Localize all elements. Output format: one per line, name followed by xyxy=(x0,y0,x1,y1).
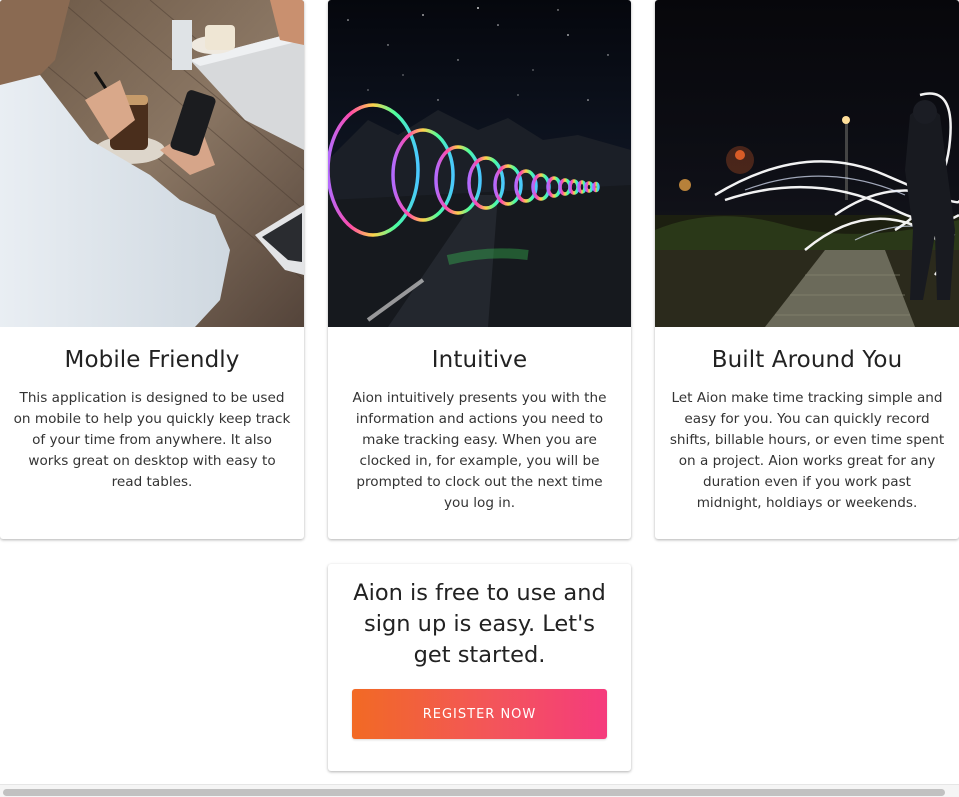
landing-features-page: Mobile Friendly This application is desi… xyxy=(0,0,959,797)
horizontal-scrollbar[interactable] xyxy=(0,784,959,797)
light-painting-spiral-night-road-photo xyxy=(328,0,631,327)
feature-title: Mobile Friendly xyxy=(64,347,240,373)
person-light-painting-at-night-photo xyxy=(655,0,959,327)
register-now-button[interactable]: REGISTER NOW xyxy=(352,689,607,739)
scrollbar-thumb[interactable] xyxy=(3,789,945,796)
person-using-phone-at-cafe-photo xyxy=(0,0,304,327)
signup-cta-card: Aion is free to use and sign up is easy.… xyxy=(328,564,631,771)
feature-card-intuitive: Intuitive Aion intuitively presents you … xyxy=(328,0,631,539)
cta-message: Aion is free to use and sign up is easy.… xyxy=(353,580,606,668)
feature-description: Aion intuitively presents you with the i… xyxy=(352,390,607,511)
feature-card-built-around-you: Built Around You Let Aion make time trac… xyxy=(655,0,959,539)
feature-title: Built Around You xyxy=(711,347,903,373)
feature-title: Intuitive xyxy=(431,347,528,373)
feature-description: This application is designed to be used … xyxy=(13,390,291,490)
feature-description: Let Aion make time tracking simple and e… xyxy=(669,390,945,511)
feature-card-mobile-friendly: Mobile Friendly This application is desi… xyxy=(0,0,304,539)
